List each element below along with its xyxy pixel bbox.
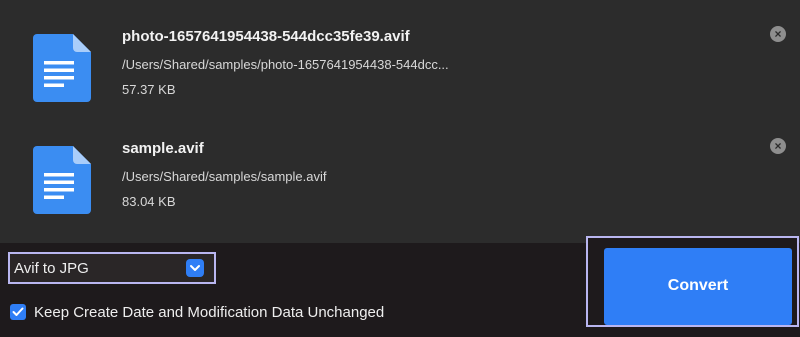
keep-dates-label: Keep Create Date and Modification Data U… (34, 304, 385, 321)
close-circle-icon: × (774, 27, 782, 41)
file-path: /Users/Shared/samples/photo-165764195443… (122, 57, 449, 72)
format-select[interactable]: Avif to JPG (8, 252, 216, 284)
remove-file-button[interactable]: × (770, 26, 786, 42)
convert-button-frame: Convert (586, 236, 799, 327)
document-icon (33, 34, 91, 102)
convert-button[interactable]: Convert (604, 248, 792, 325)
file-path: /Users/Shared/samples/sample.avif (122, 169, 327, 184)
file-list-item[interactable]: photo-1657641954438-544dcc35fe39.avif /U… (0, 10, 800, 120)
file-name: photo-1657641954438-544dcc35fe39.avif (122, 28, 410, 45)
chevron-down-icon (186, 259, 204, 277)
file-size: 57.37 KB (122, 82, 176, 97)
file-list-item[interactable]: sample.avif /Users/Shared/samples/sample… (0, 122, 800, 232)
checkmark-icon (12, 307, 24, 316)
document-icon (33, 146, 91, 214)
remove-file-button[interactable]: × (770, 138, 786, 154)
file-list: photo-1657641954438-544dcc35fe39.avif /U… (0, 0, 800, 243)
keep-dates-checkbox[interactable] (10, 304, 26, 320)
file-size: 83.04 KB (122, 194, 176, 209)
format-select-value: Avif to JPG (14, 260, 89, 277)
converter-window: photo-1657641954438-544dcc35fe39.avif /U… (0, 0, 800, 337)
close-circle-icon: × (774, 139, 782, 153)
file-name: sample.avif (122, 140, 204, 157)
convert-button-label: Convert (667, 277, 729, 294)
